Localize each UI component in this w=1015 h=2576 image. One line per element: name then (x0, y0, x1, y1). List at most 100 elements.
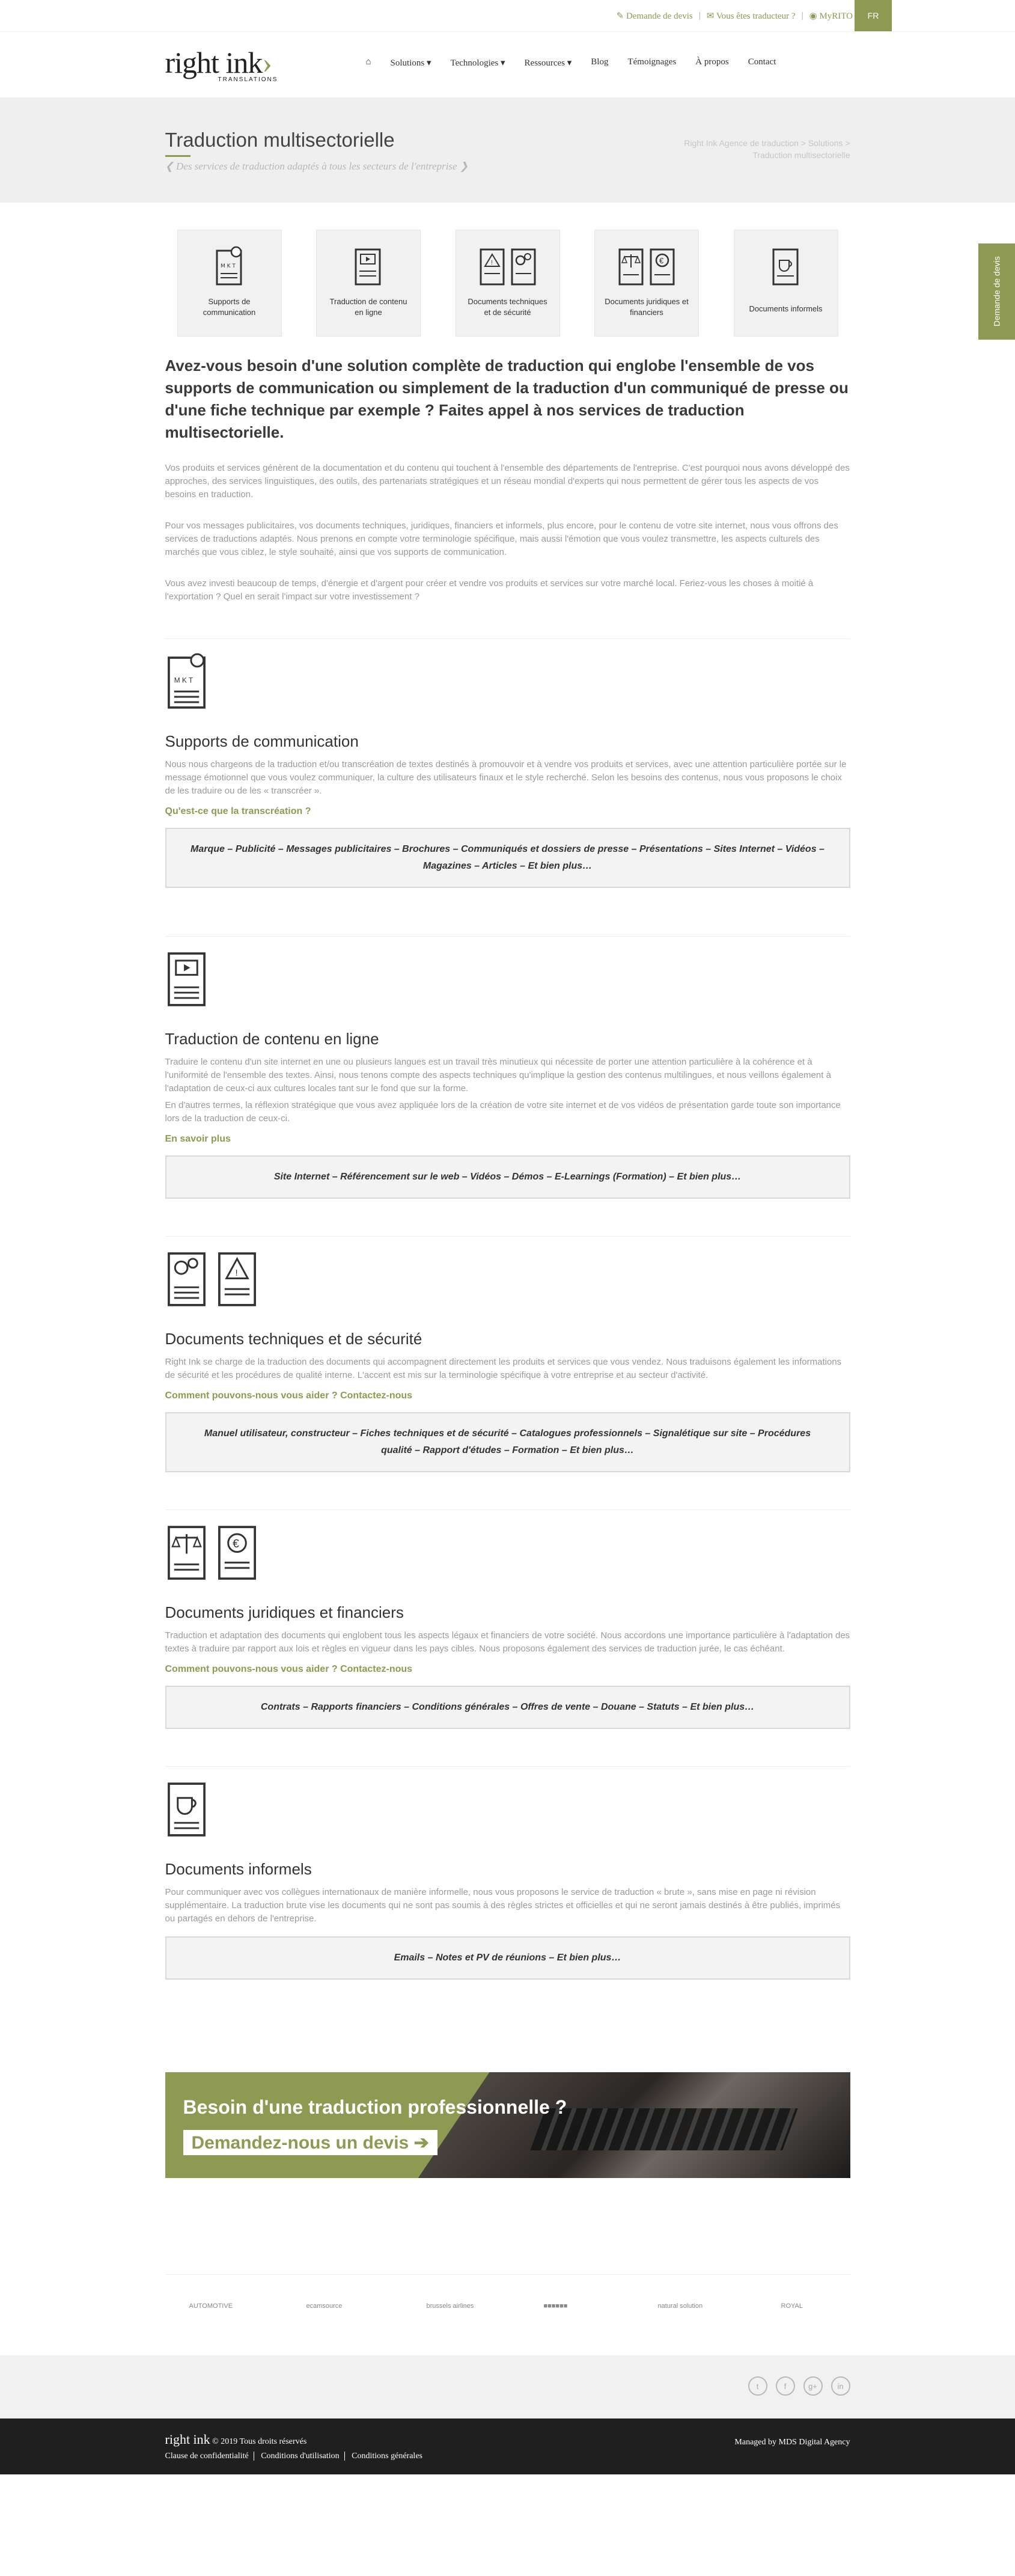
section-text: Traduction et adaptation des documents q… (165, 1630, 850, 1654)
partner-logos: AUTOMOTIVE ecamsource brussels airlines … (165, 2274, 850, 2355)
video-document-icon (355, 248, 381, 286)
topbar-links: ✎ Demande de devis | ✉ Vous êtes traduct… (616, 10, 853, 22)
section-title: Traduction de contenu en ligne (165, 1030, 379, 1048)
section-title: Documents informels (165, 1860, 312, 1878)
footer-link-privacy[interactable]: Clause de confidentialité (165, 2452, 254, 2461)
tab-legal[interactable]: € Documents juridiques et financiers (594, 230, 699, 337)
managed-by[interactable]: Managed by MDS Digital Agency (734, 2438, 850, 2447)
section-title: Documents juridiques et financiers (165, 1603, 404, 1621)
facebook-icon[interactable]: f (775, 2376, 795, 2396)
quote-side-tab[interactable]: Demande de devis (978, 243, 1015, 340)
section-text: Traduire le contenu d'un site internet e… (165, 1057, 831, 1094)
home-icon[interactable]: ⌂ (356, 57, 381, 69)
googleplus-icon[interactable]: g+ (803, 2376, 823, 2396)
nav-ressources[interactable]: Ressources ▾ (515, 57, 582, 69)
euro-document-icon: € (650, 248, 675, 286)
svg-text:!: ! (235, 1268, 237, 1278)
section-link[interactable]: Qu'est-ce que la transcréation ? (165, 806, 850, 817)
document-mkt-icon: M K T (216, 246, 242, 286)
linkedin-icon[interactable]: in (831, 2376, 850, 2396)
gears-document-icon (511, 248, 535, 286)
intro-paragraph: Vous avez investi beaucoup de temps, d'é… (165, 578, 814, 602)
twitter-icon[interactable]: t (748, 2376, 767, 2396)
svg-text:€: € (659, 256, 664, 265)
section-link[interactable]: Comment pouvons-nous vous aider ? Contac… (165, 1390, 850, 1401)
partner-logo: brussels airlines (426, 2302, 474, 2310)
typewriter-keys (529, 2108, 798, 2150)
page-title: Traduction multisectorielle (165, 129, 395, 151)
nav-contact[interactable]: Contact (739, 57, 786, 69)
warning-document-icon: ! (218, 1252, 256, 1306)
title-underline (165, 155, 191, 157)
section-text: Pour communiquer avec vos collègues inte… (165, 1887, 841, 1924)
quote-cta-banner[interactable]: Besoin d'une traduction professionnelle … (165, 2072, 850, 2178)
section-link[interactable]: Comment pouvons-nous vous aider ? Contac… (165, 1664, 850, 1675)
svg-text:€: € (233, 1538, 239, 1550)
footer-logo[interactable]: right ink (165, 2432, 210, 2447)
logo-sub: TRANSLATIONS (218, 76, 278, 83)
partner-logo: ROYAL (781, 2302, 803, 2310)
tab-communication[interactable]: M K T Supports de communication (177, 230, 282, 337)
section-examples: Site Internet – Référencement sur le web… (165, 1155, 850, 1199)
document-mkt-icon: M K T (167, 653, 206, 709)
page-tagline: ❮ Des services de traduction adaptés à t… (165, 161, 469, 172)
nav-temoignages[interactable]: Témoignages (618, 57, 686, 69)
section-title: Supports de communication (165, 732, 359, 750)
intro-paragraph: Pour vos messages publicitaires, vos doc… (165, 521, 838, 557)
partner-logo: AUTOMOTIVE (189, 2302, 233, 2310)
page-banner: Traduction multisectorielle ❮ Des servic… (0, 97, 1015, 203)
nav-blog[interactable]: Blog (581, 57, 618, 69)
tab-technical[interactable]: ! Documents techniques et de sécurité (455, 230, 560, 337)
myrito-link[interactable]: ◉ MyRITO (809, 10, 853, 22)
cta-button[interactable]: Demandez-nous un devis ➔ (183, 2130, 437, 2155)
scale-document-icon (167, 1526, 206, 1580)
svg-text:M K T: M K T (221, 263, 236, 269)
language-switcher[interactable]: FR (855, 0, 892, 31)
footer-link-terms[interactable]: Conditions générales (347, 2452, 427, 2461)
warning-document-icon: ! (480, 248, 504, 286)
svg-text:M K T: M K T (174, 676, 192, 684)
logo-name: right ink (165, 46, 263, 79)
partner-logo: natural solution (657, 2302, 703, 2310)
sector-tabs: M K T Supports de communication Traducti… (165, 203, 850, 337)
section-text: En d'autres termes, la réflexion stratég… (165, 1100, 841, 1124)
coffee-document-icon (772, 248, 798, 286)
intro-paragraph: Vos produits et services génèrent de la … (165, 463, 850, 500)
topbar: ✎ Demande de devis | ✉ Vous êtes traduct… (0, 0, 1015, 31)
logo[interactable]: right ink› TRANSLATIONS (165, 47, 278, 83)
gears-document-icon (167, 1252, 206, 1306)
social-bar: t f g+ in (0, 2355, 1015, 2418)
partner-logo: ecamsource (306, 2302, 343, 2310)
nav-apropos[interactable]: À propos (686, 57, 738, 69)
euro-document-icon: € (218, 1526, 256, 1580)
section-informal: Documents informels Pour communiquer ave… (165, 1766, 850, 1980)
section-examples: Marque – Publicité – Messages publicitai… (165, 828, 850, 888)
main-content: M K T Supports de communication Traducti… (165, 203, 850, 2178)
section-examples: Manuel utilisateur, constructeur – Fiche… (165, 1412, 850, 1472)
nav-solutions[interactable]: Solutions ▾ (381, 57, 441, 69)
section-examples: Emails – Notes et PV de réunions – Et bi… (165, 1936, 850, 1980)
intro-lead: Avez-vous besoin d'une solution complète… (165, 356, 849, 441)
section-title: Documents techniques et de sécurité (165, 1330, 422, 1348)
section-text: Nous nous chargeons de la traduction et/… (165, 759, 847, 796)
section-examples: Contrats – Rapports financiers – Conditi… (165, 1686, 850, 1729)
tab-informal[interactable]: Documents informels (733, 230, 838, 337)
tab-online-content[interactable]: Traduction de contenu en ligne (316, 230, 421, 337)
partner-logo: ■■■■■■ (543, 2302, 568, 2310)
main-nav: ⌂ Solutions ▾ Technologies ▾ Ressources … (356, 57, 786, 69)
cta-title: Besoin d'une traduction professionnelle … (183, 2096, 567, 2118)
footer: right ink © 2019 Tous droits réservés Cl… (0, 2418, 1015, 2474)
section-communication: M K T Supports de communication Nous nou… (165, 638, 850, 888)
section-text: Right Ink se charge de la traduction des… (165, 1357, 842, 1380)
section-technical: ! Documents techniques et de sécurité Ri… (165, 1236, 850, 1472)
breadcrumb[interactable]: Right Ink Agence de traduction > Solutio… (670, 137, 850, 161)
section-link[interactable]: En savoir plus (165, 1134, 850, 1145)
section-legal: € Documents juridiques et financiers Tra… (165, 1510, 850, 1729)
nav-technologies[interactable]: Technologies ▾ (440, 57, 514, 69)
video-document-icon (167, 952, 206, 1006)
section-online-content: Traduction de contenu en ligne Traduire … (165, 936, 850, 1199)
translator-link[interactable]: ✉ Vous êtes traducteur ? (707, 10, 796, 22)
quote-link[interactable]: ✎ Demande de devis (617, 10, 693, 22)
footer-link-terms-use[interactable]: Conditions d'utilisation (256, 2452, 345, 2461)
scale-document-icon (618, 248, 644, 286)
